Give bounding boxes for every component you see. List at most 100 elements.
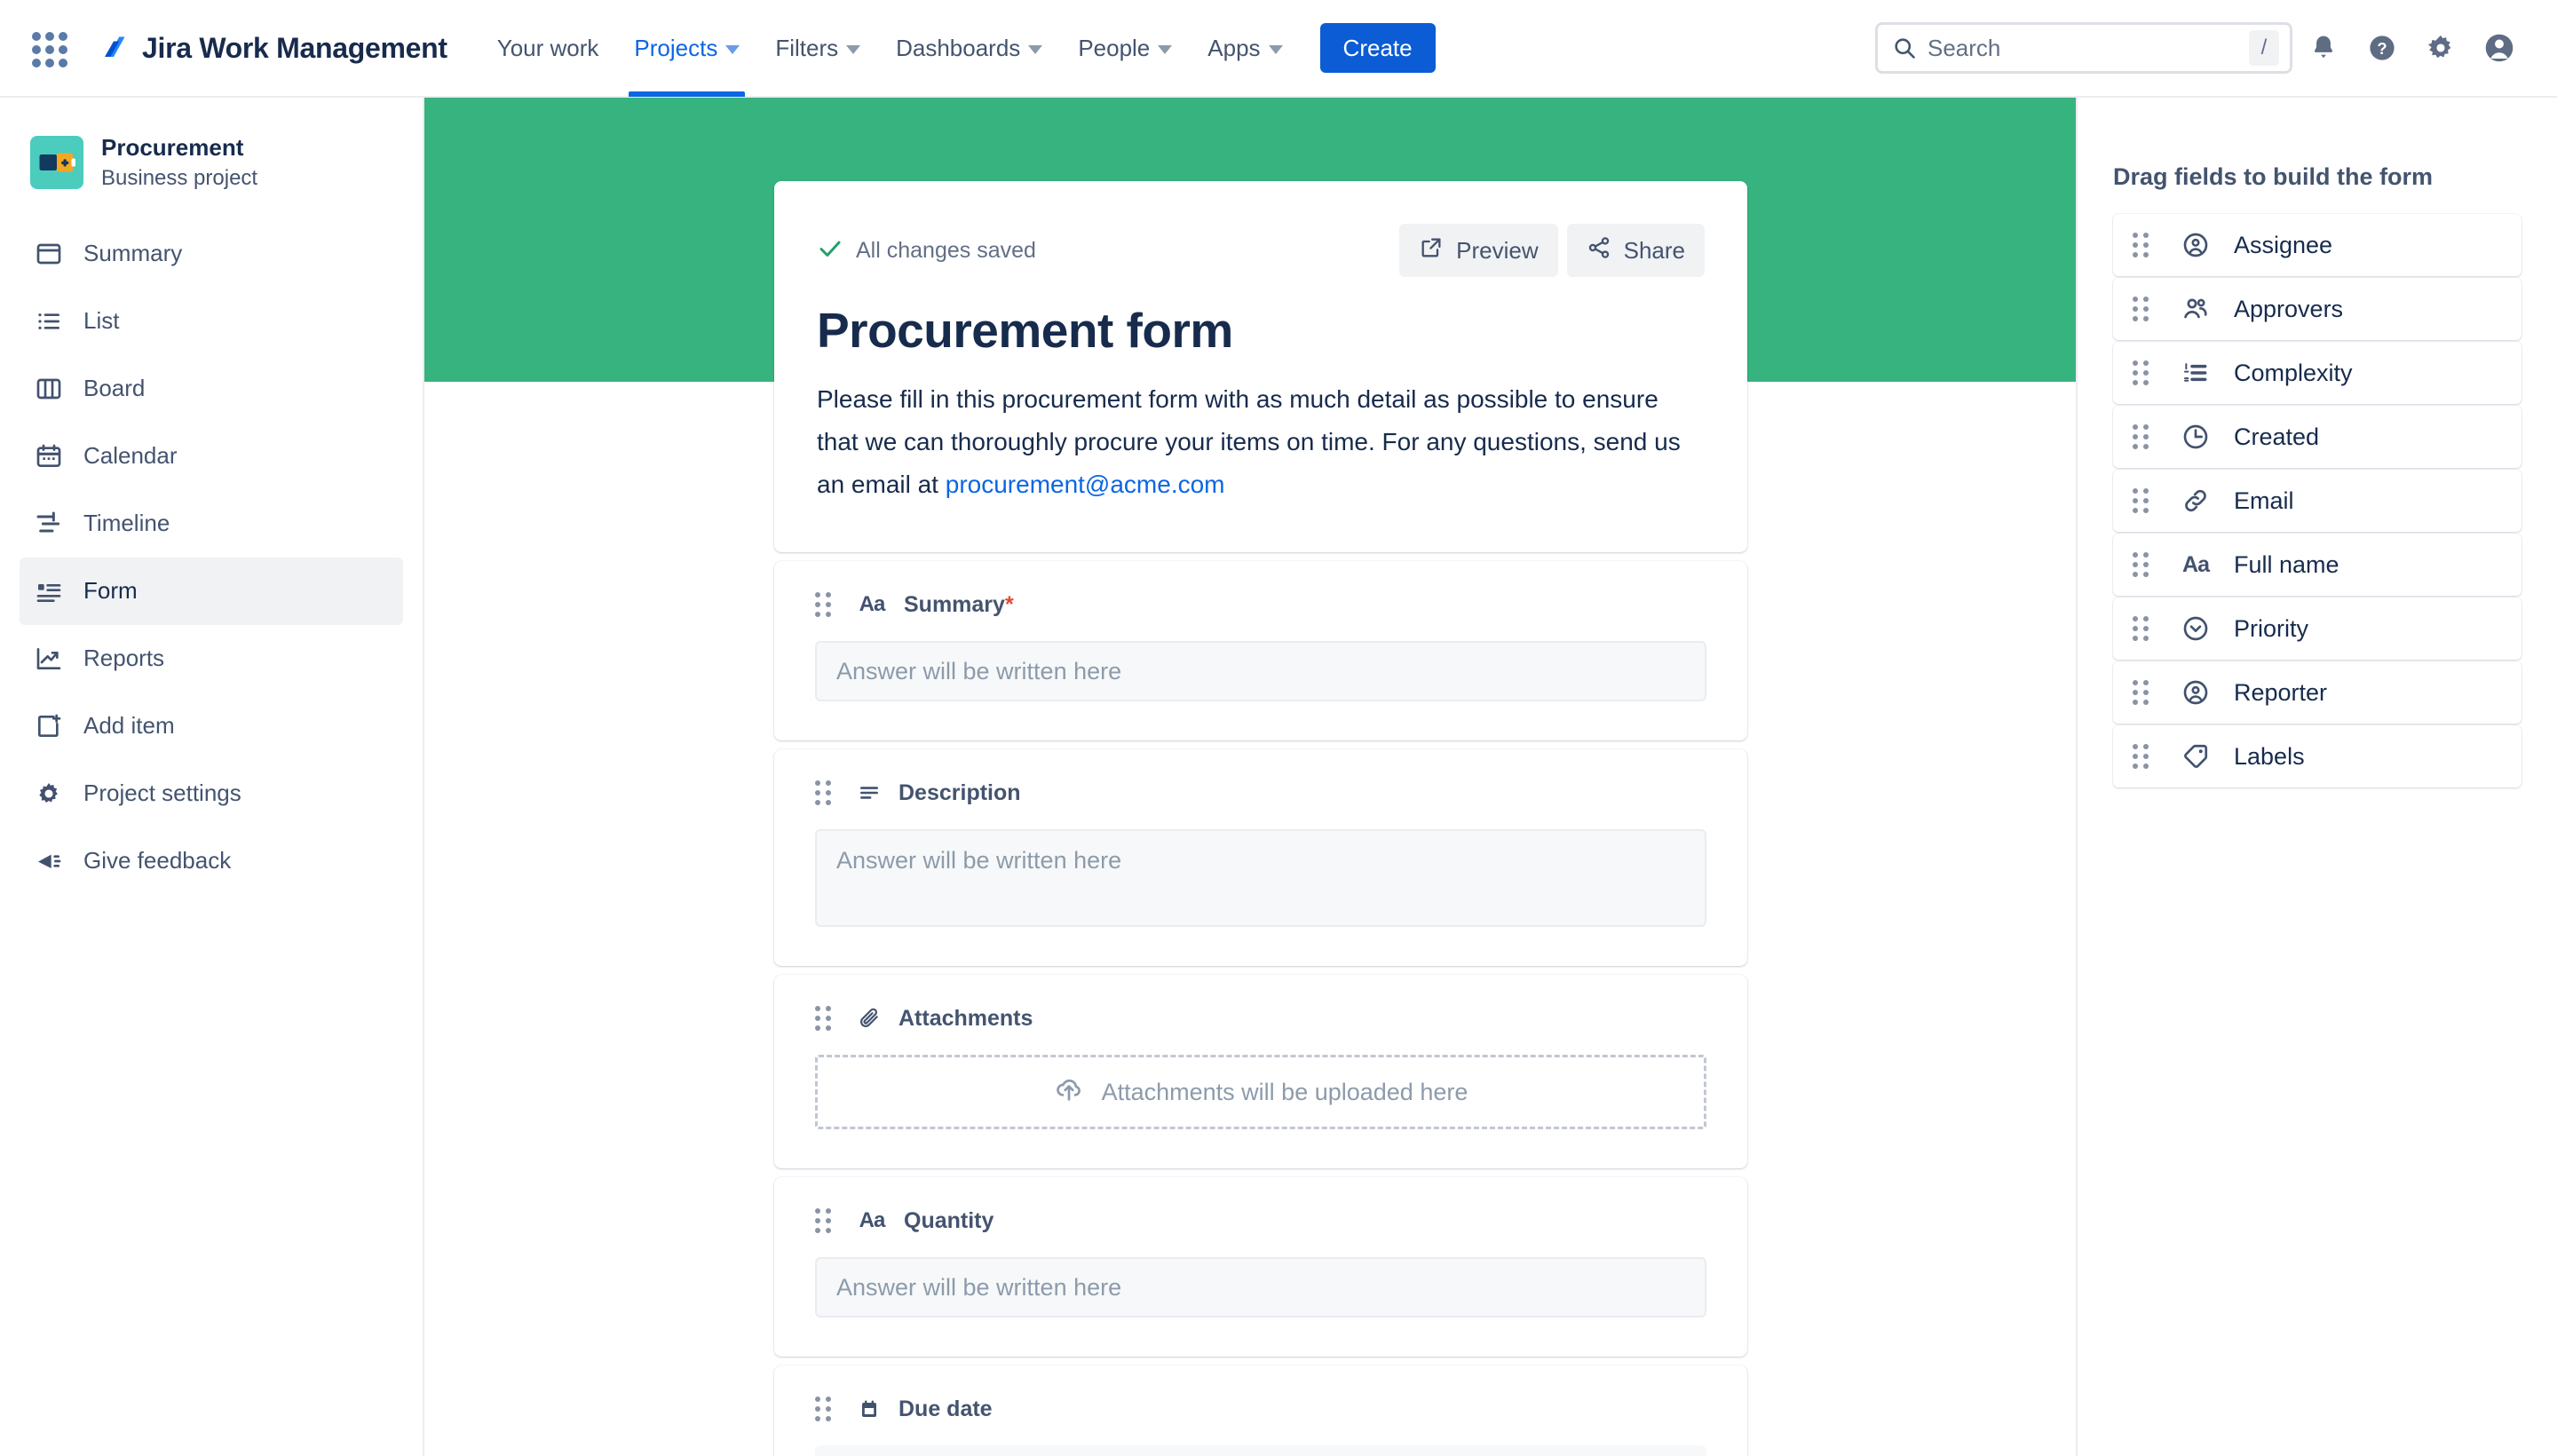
drag-handle-icon[interactable] — [2133, 552, 2149, 577]
field-library-item-labels[interactable]: Labels — [2113, 725, 2521, 787]
calendar-small-icon — [856, 1396, 883, 1422]
jira-logo-icon — [96, 30, 131, 66]
project-sidebar: Procurement Business project Summary Lis… — [0, 98, 424, 1456]
form-field-attachments[interactable]: Attachments Attachments will be uploaded… — [774, 975, 1747, 1169]
drag-handle-icon[interactable] — [815, 1397, 831, 1422]
chevron-down-icon — [1028, 44, 1043, 54]
nav-apps[interactable]: Apps — [1190, 0, 1300, 97]
drag-handle-icon[interactable] — [815, 592, 831, 618]
field-input-summary[interactable]: Answer will be written here — [815, 641, 1706, 702]
sidebar-item-label: Project settings — [83, 779, 241, 807]
list-bullets-icon — [34, 306, 64, 336]
share-button[interactable]: Share — [1566, 224, 1705, 277]
project-header[interactable]: Procurement Business project — [0, 121, 423, 197]
sidebar-item-list[interactable]: List — [20, 288, 403, 355]
preview-label: Preview — [1456, 236, 1539, 264]
field-library-item-approvers[interactable]: Approvers — [2113, 278, 2521, 340]
nav-filters[interactable]: Filters — [757, 0, 878, 97]
primary-nav-items: Your work Projects Filters Dashboards Pe… — [479, 0, 1436, 97]
sidebar-item-give-feedback[interactable]: Give feedback — [20, 827, 403, 895]
notifications-bell-icon[interactable] — [2296, 20, 2351, 75]
nav-your-work[interactable]: Your work — [479, 0, 617, 97]
field-library-item-email[interactable]: Email — [2113, 470, 2521, 532]
field-library-item-priority[interactable]: Priority — [2113, 597, 2521, 660]
field-label: Summary* — [904, 591, 1014, 617]
chevron-down-icon — [846, 44, 861, 54]
field-library-label: Labels — [2234, 742, 2305, 770]
drag-handle-icon[interactable] — [815, 1006, 831, 1032]
help-question-icon[interactable]: ? — [2355, 20, 2410, 75]
form-title[interactable]: Procurement form — [817, 302, 1705, 359]
field-input-due-date[interactable]: Answer will be written here — [815, 1445, 1706, 1456]
sidebar-item-form[interactable]: Form — [20, 557, 403, 625]
form-field-description[interactable]: Description Answer will be written here — [774, 749, 1747, 967]
sidebar-item-add-item[interactable]: Add item — [20, 692, 403, 760]
chevron-down-icon — [1158, 44, 1173, 54]
field-library-title: Drag fields to build the form — [2113, 163, 2434, 190]
sidebar-item-timeline[interactable]: Timeline — [20, 490, 403, 558]
contact-email-link[interactable]: procurement@acme.com — [946, 471, 1225, 498]
people-group-icon — [2181, 294, 2211, 324]
drag-handle-icon[interactable] — [2133, 744, 2149, 769]
drag-handle-icon[interactable] — [2133, 297, 2149, 321]
sidebar-item-reports[interactable]: Reports — [20, 625, 403, 692]
field-library-item-reporter[interactable]: Reporter — [2113, 661, 2521, 724]
text-aa-icon: Aa — [859, 592, 886, 617]
drag-handle-icon[interactable] — [815, 780, 831, 806]
grid-apps-icon[interactable] — [23, 23, 73, 73]
field-library-label: Complexity — [2234, 359, 2353, 386]
field-library-label: Priority — [2234, 614, 2309, 642]
tag-icon — [2181, 741, 2211, 772]
drag-handle-icon[interactable] — [2133, 680, 2149, 705]
form-description[interactable]: Please fill in this procurement form wit… — [817, 378, 1705, 506]
nav-people[interactable]: People — [1060, 0, 1190, 97]
form-field-quantity[interactable]: Aa Quantity Answer will be written here — [774, 1177, 1747, 1357]
attachment-dropzone[interactable]: Attachments will be uploaded here — [815, 1055, 1706, 1130]
drag-handle-icon[interactable] — [2133, 360, 2149, 385]
timeline-icon — [34, 509, 64, 539]
drag-handle-icon[interactable] — [2133, 488, 2149, 513]
nav-dashboards[interactable]: Dashboards — [878, 0, 1060, 97]
form-field-due-date[interactable]: Due date Answer will be written here — [774, 1365, 1747, 1456]
project-avatar — [30, 135, 83, 189]
sidebar-item-calendar[interactable]: Calendar — [20, 423, 403, 490]
user-avatar-icon[interactable] — [2472, 20, 2527, 75]
sidebar-item-project-settings[interactable]: Project settings — [20, 760, 403, 827]
search-input[interactable] — [1928, 34, 2249, 62]
field-input-quantity[interactable]: Answer will be written here — [815, 1257, 1706, 1318]
drag-handle-icon[interactable] — [2133, 616, 2149, 641]
field-library-item-assignee[interactable]: Assignee — [2113, 214, 2521, 276]
preview-button[interactable]: Preview — [1399, 224, 1558, 277]
person-circle-icon — [2181, 677, 2211, 708]
paragraph-lines-icon — [856, 779, 883, 806]
share-label: Share — [1623, 236, 1685, 264]
form-field-summary[interactable]: Aa Summary* Answer will be written here — [774, 561, 1747, 741]
field-input-description[interactable]: Answer will be written here — [815, 829, 1706, 928]
drag-handle-icon[interactable] — [815, 1208, 831, 1234]
reports-chart-icon — [34, 644, 64, 674]
nav-label: People — [1078, 34, 1151, 61]
drag-handle-icon[interactable] — [2133, 424, 2149, 449]
field-library-label: Email — [2234, 487, 2294, 514]
field-library-item-full-name[interactable]: Aa Full name — [2113, 534, 2521, 596]
chevron-down-icon — [1268, 44, 1283, 54]
paperclip-icon — [856, 1005, 883, 1032]
create-button[interactable]: Create — [1319, 23, 1436, 73]
field-library-item-created[interactable]: Created — [2113, 406, 2521, 468]
field-library-item-complexity[interactable]: Complexity — [2113, 342, 2521, 404]
field-library-label: Assignee — [2234, 231, 2333, 258]
sidebar-item-label: Add item — [83, 712, 175, 740]
jira-brand-link[interactable]: Jira Work Management — [96, 30, 447, 66]
search-box[interactable]: / — [1875, 22, 2292, 74]
nav-projects[interactable]: Projects — [616, 0, 757, 97]
add-item-plus-icon — [34, 711, 64, 741]
field-label: Attachments — [899, 1005, 1033, 1031]
project-type: Business project — [101, 165, 258, 190]
sidebar-item-summary[interactable]: Summary — [20, 220, 403, 288]
drag-handle-icon[interactable] — [2133, 233, 2149, 257]
field-library-label: Approvers — [2234, 295, 2344, 322]
nav-right-cluster: / ? — [1875, 20, 2527, 75]
settings-gear-icon[interactable] — [2413, 20, 2468, 75]
nav-label: Filters — [775, 34, 839, 61]
sidebar-item-board[interactable]: Board — [20, 355, 403, 423]
